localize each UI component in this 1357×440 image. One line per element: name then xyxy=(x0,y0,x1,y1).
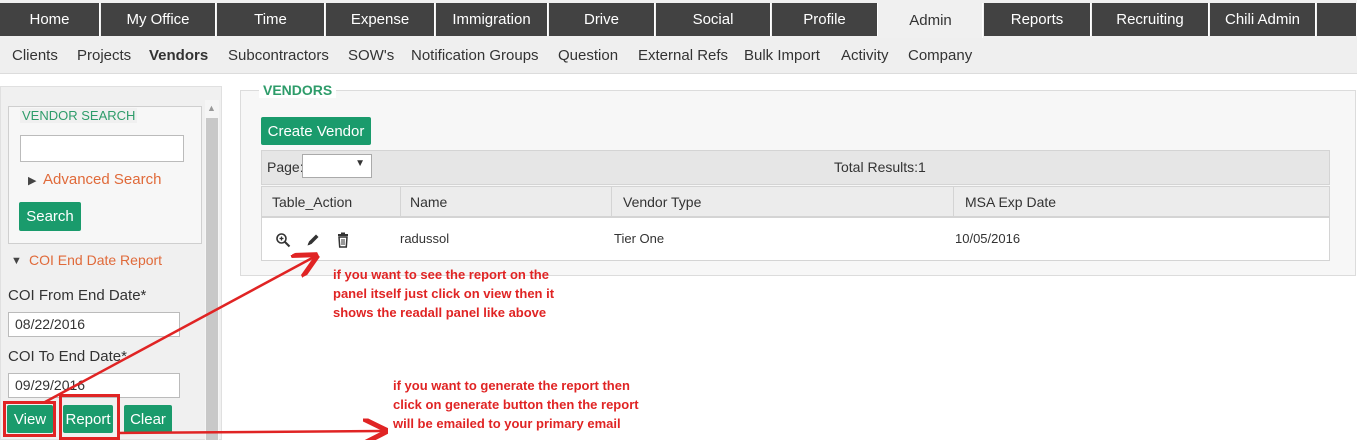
arrow-to-view-action xyxy=(44,257,314,404)
annotation-arrows xyxy=(44,0,1357,440)
arrow-to-report-note xyxy=(117,431,383,433)
